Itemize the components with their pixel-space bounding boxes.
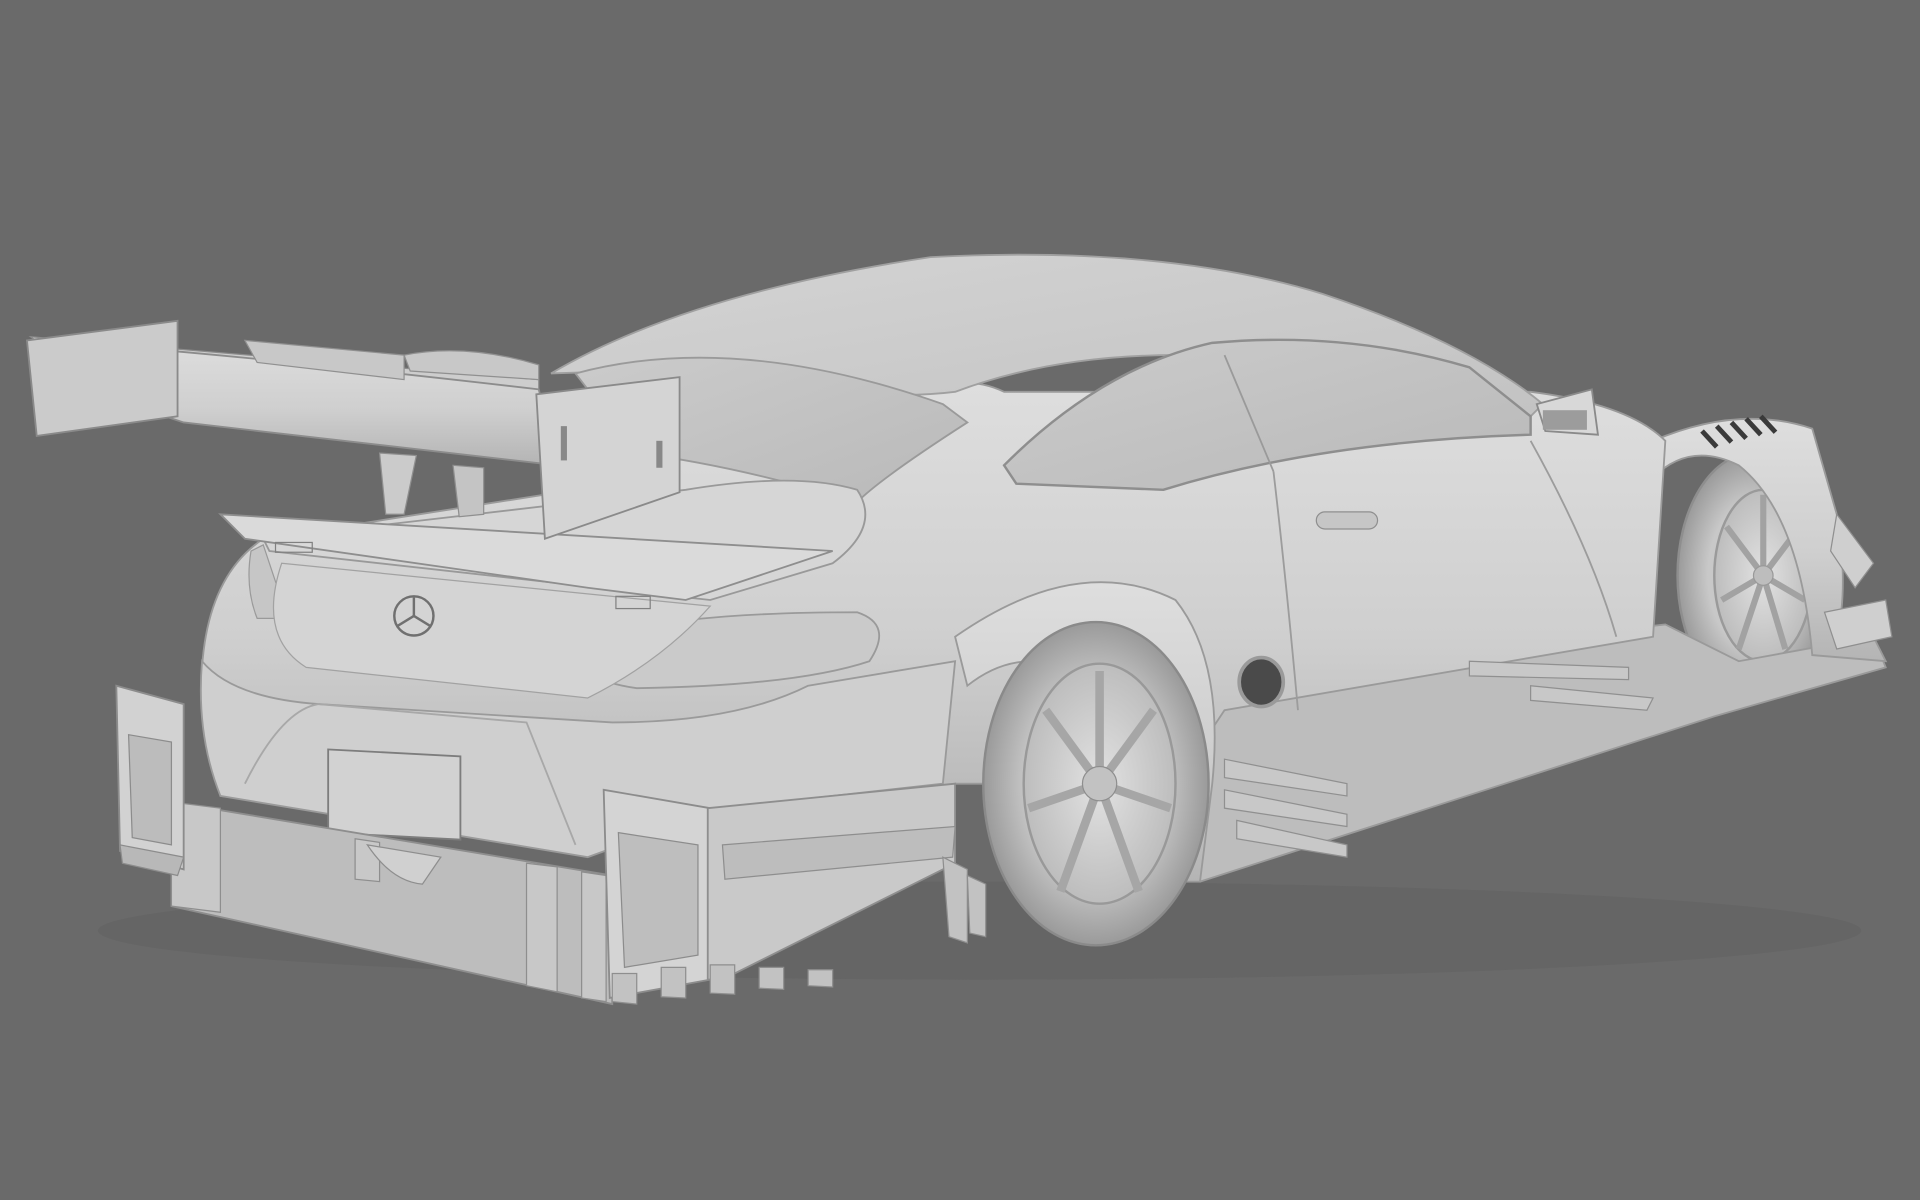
rear-wing — [25, 319, 681, 541]
door-handle — [1315, 511, 1379, 530]
render-viewport — [0, 0, 1920, 1200]
license-plate — [327, 748, 462, 841]
car-render — [25, 253, 1893, 1006]
rear-wheel — [982, 620, 1210, 947]
fuel-cap — [1237, 655, 1286, 709]
left-rear-canard — [115, 684, 185, 877]
mirror-face — [1542, 410, 1587, 430]
